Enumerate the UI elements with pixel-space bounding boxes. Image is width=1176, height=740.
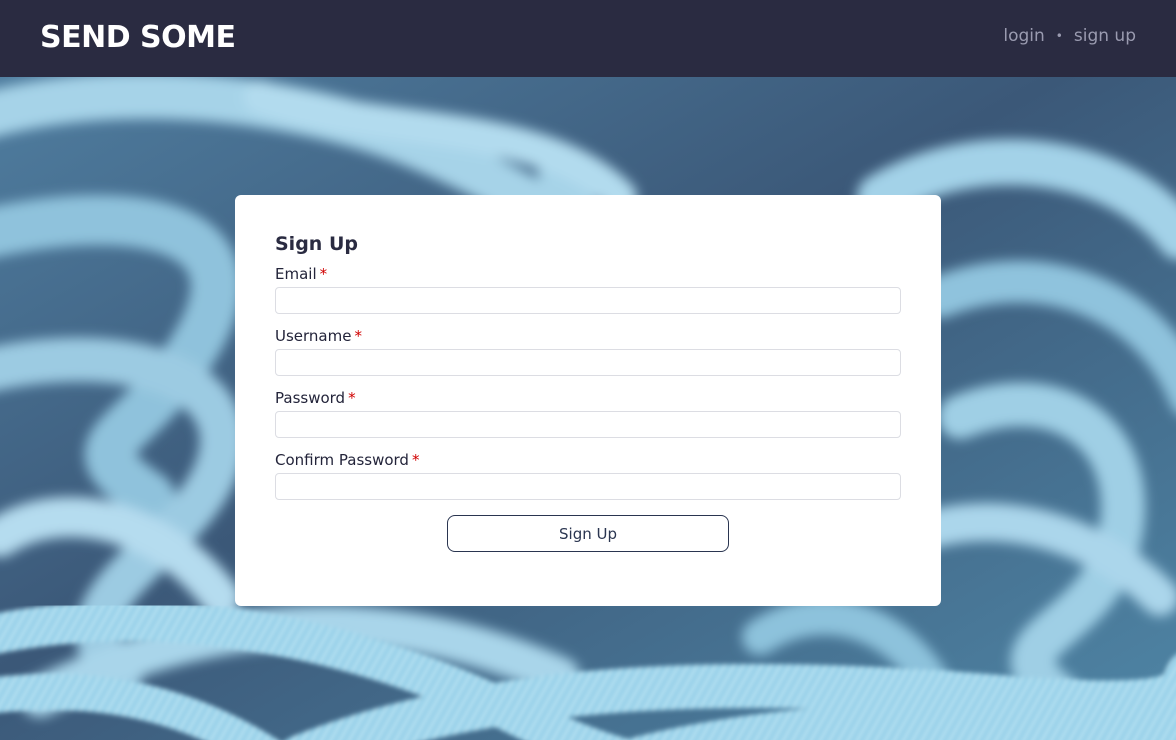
password-field-group: Password * — [275, 388, 901, 438]
required-marker: * — [354, 327, 362, 345]
form-title: Sign Up — [275, 233, 358, 255]
signup-submit-button[interactable]: Sign Up — [447, 515, 729, 552]
email-field-group: Email * — [275, 264, 901, 314]
confirm-password-label: Confirm Password * — [275, 451, 420, 469]
login-link[interactable]: login — [1003, 26, 1044, 46]
password-input[interactable] — [275, 411, 901, 438]
signup-card: Sign Up Email * Username * Password * Confi… — [235, 195, 941, 606]
email-input[interactable] — [275, 287, 901, 314]
username-field-group: Username * — [275, 326, 901, 376]
username-label: Username * — [275, 327, 362, 345]
required-marker: * — [319, 265, 328, 283]
required-marker: * — [348, 389, 356, 407]
email-label: Email * — [275, 265, 328, 283]
brand-logo[interactable]: SEND SOME — [40, 20, 236, 55]
nav-separator: • — [1055, 29, 1063, 43]
confirm-password-field-group: Confirm Password * — [275, 450, 901, 500]
signup-link[interactable]: sign up — [1074, 26, 1136, 46]
auth-nav: login • sign up — [1003, 26, 1136, 46]
password-label: Password * — [275, 389, 356, 407]
username-input[interactable] — [275, 349, 901, 376]
top-navigation-bar: SEND SOME login • sign up — [0, 0, 1176, 77]
confirm-password-input[interactable] — [275, 473, 901, 500]
required-marker: * — [411, 451, 420, 469]
